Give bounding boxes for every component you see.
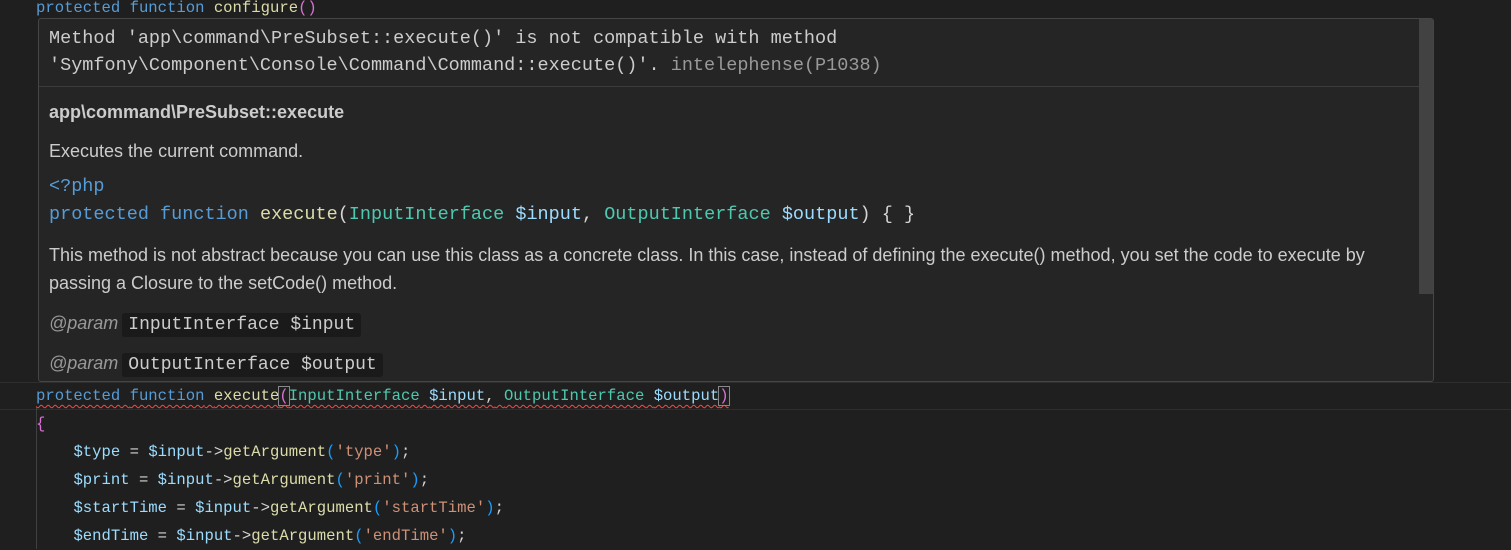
paren: ) xyxy=(859,204,871,225)
param-input: @param InputInterface $input xyxy=(49,307,1423,339)
description: This method is not abstract because you … xyxy=(49,245,1365,293)
type: InputInterface xyxy=(348,204,505,225)
token-open: ( xyxy=(335,471,345,489)
token-arg: 'print' xyxy=(344,471,411,489)
code-line-statement[interactable]: $startTime = $input->getArgument('startT… xyxy=(36,494,504,522)
type: InputInterface xyxy=(288,387,420,405)
comma: , xyxy=(485,387,495,405)
keyword: protected xyxy=(49,204,149,225)
token-obj: $input xyxy=(176,527,233,545)
token-arrow: -> xyxy=(232,527,252,545)
keyword: function xyxy=(129,0,205,17)
scrollbar-thumb[interactable] xyxy=(1419,19,1433,294)
paren: ) xyxy=(718,386,730,406)
summary: Executes the current command. xyxy=(49,141,304,161)
diagnostic-message: Method 'app\command\PreSubset::execute()… xyxy=(39,19,1433,87)
token-open: ( xyxy=(354,527,364,545)
function-name: configure xyxy=(213,0,299,17)
token-open: ( xyxy=(372,499,383,517)
token-arg: 'endTime' xyxy=(363,527,448,545)
variable: $output xyxy=(781,204,860,225)
code-line-statement[interactable]: $print = $input->getArgument('print'); xyxy=(36,466,429,494)
param-tag: @param xyxy=(49,353,119,373)
keyword: protected xyxy=(36,0,121,17)
token-obj: $input xyxy=(148,443,205,461)
token-close: ) xyxy=(410,471,420,489)
param-value: OutputInterface $output xyxy=(122,353,383,377)
token-arrow: -> xyxy=(251,499,270,517)
token-semi: ; xyxy=(494,499,504,517)
token-var: $print xyxy=(73,471,130,489)
token-semi: ; xyxy=(457,527,467,545)
token-semi: ; xyxy=(401,443,411,461)
param-tag: @param xyxy=(49,313,119,333)
token-arg: 'startTime' xyxy=(382,499,486,517)
token-fn: getArgument xyxy=(251,527,355,545)
code-signature: protected function execute(InputInterfac… xyxy=(49,201,1423,229)
function-name: execute xyxy=(213,387,280,405)
code-line-brace[interactable]: { xyxy=(36,410,45,438)
code-line-statement[interactable]: $endTime = $input->getArgument('endTime'… xyxy=(36,522,467,550)
comma: , xyxy=(581,204,605,225)
token-obj: $input xyxy=(157,471,214,489)
token-eq: = xyxy=(120,443,149,461)
token-close: ) xyxy=(447,527,458,545)
token-arg: 'type' xyxy=(335,443,392,461)
hover-tooltip: Method 'app\command\PreSubset::execute()… xyxy=(38,18,1434,382)
type: OutputInterface xyxy=(503,387,645,405)
token-close: ) xyxy=(485,499,495,517)
paren: ) xyxy=(307,0,317,17)
token-close: ) xyxy=(391,443,401,461)
token-var: $endTime xyxy=(73,527,149,545)
variable: $output xyxy=(653,387,720,405)
token-obj: $input xyxy=(195,499,252,517)
type: OutputInterface xyxy=(604,204,771,225)
variable: $input xyxy=(515,204,582,225)
keyword: function xyxy=(160,204,249,225)
token-arrow: -> xyxy=(213,471,233,489)
keyword: function xyxy=(129,387,205,405)
token-arrow: -> xyxy=(204,443,224,461)
token-semi: ; xyxy=(419,471,430,489)
function-name: execute xyxy=(259,204,338,225)
code-line-execute[interactable]: protected function execute(InputInterfac… xyxy=(36,382,730,410)
php-tag: <?php xyxy=(49,176,105,197)
token-var: $startTime xyxy=(73,499,168,517)
variable: $input xyxy=(429,387,486,405)
symbol-signature: app\command\PreSubset::execute xyxy=(49,102,345,122)
token-eq: = xyxy=(129,471,158,489)
brace: { xyxy=(36,415,46,433)
param-output: @param OutputInterface $output xyxy=(49,347,1423,379)
token-var: $type xyxy=(73,443,121,461)
param-value: InputInterface $input xyxy=(122,313,362,337)
keyword: protected xyxy=(36,387,121,405)
token-fn: getArgument xyxy=(232,471,336,489)
diagnostic-source: intelephense(P1038) xyxy=(670,55,882,76)
diagnostic-text: 'Symfony\Component\Console\Command\Comma… xyxy=(49,55,660,76)
token-fn: getArgument xyxy=(269,499,373,517)
paren: ( xyxy=(337,204,349,225)
paren: ( xyxy=(278,386,290,406)
body: { } xyxy=(870,204,916,225)
token-eq: = xyxy=(148,527,177,545)
code-line-statement[interactable]: $type = $input->getArgument('type'); xyxy=(36,438,410,466)
diagnostic-text: Method 'app\command\PreSubset::execute()… xyxy=(49,28,838,49)
token-fn: getArgument xyxy=(223,443,327,461)
token-eq: = xyxy=(167,499,196,517)
